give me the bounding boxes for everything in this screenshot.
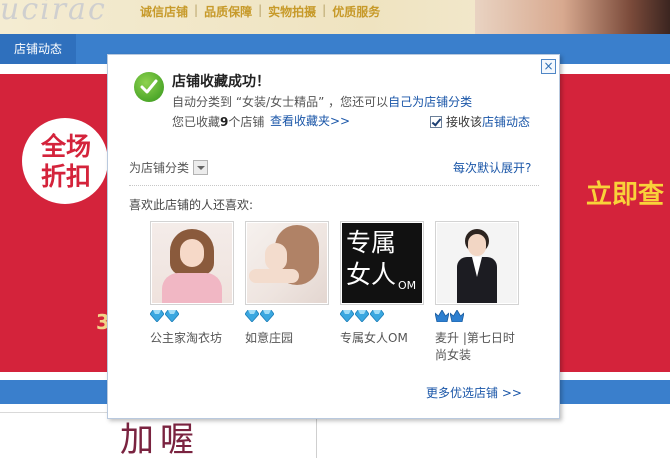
count-prefix: 您已收藏 [172, 115, 221, 129]
promo-discount-text: 全场折扣 [40, 132, 91, 191]
divider [129, 185, 539, 186]
auto-category-text: 自动分类到 “女装/女士精品” ，您还可以 [172, 95, 389, 109]
shop-photo [247, 223, 327, 303]
banner-logo-script: ucirac [0, 0, 107, 27]
shop-name[interactable]: 如意庄园 [245, 330, 335, 347]
shop-thumbnail[interactable]: 专属 女人 OM [340, 221, 424, 305]
shop-thumbnail[interactable] [150, 221, 234, 305]
seller-rank-icons [245, 310, 335, 324]
blue-diamond-icon [150, 310, 164, 322]
count-suffix: 个店铺 [228, 115, 265, 129]
view-favorites-link[interactable]: 查看收藏夹>> [270, 112, 350, 129]
shop-image-text: 专属 [346, 228, 397, 257]
service-link-3[interactable]: 实物拍摄 [268, 3, 316, 20]
service-separator: | [194, 3, 199, 17]
expand-default-link[interactable]: 每次默认展开? [453, 159, 531, 176]
blue-diamond-icon [355, 310, 369, 322]
close-icon: × [543, 59, 554, 73]
blue-diamond-icon [260, 310, 274, 322]
service-separator: | [258, 3, 263, 17]
more-shops-link[interactable]: 更多优选店铺 >> [426, 384, 522, 401]
blue-diamond-icon [245, 310, 259, 322]
service-link-1[interactable]: 诚信店铺 [140, 3, 188, 20]
service-link-4[interactable]: 优质服务 [332, 3, 380, 20]
blue-crown-icon [435, 310, 449, 322]
service-link-2[interactable]: 品质保障 [204, 3, 252, 20]
classify-label: 为店铺分类 [129, 161, 190, 175]
shop-header-banner: ucirac 诚信店铺 | 品质保障 | 实物拍摄 | 优质服务 [0, 0, 670, 34]
shop-photo: 专属 女人 OM [342, 223, 422, 303]
classify-dropdown-button[interactable] [193, 160, 209, 175]
auto-category-message: 自动分类到 “女装/女士精品” ，您还可以自己为店铺分类 [172, 93, 472, 110]
shop-image-text: OM [398, 279, 417, 292]
classify-shop-control[interactable]: 为店铺分类 [129, 159, 209, 176]
service-links: 诚信店铺 | 品质保障 | 实物拍摄 | 优质服务 [140, 3, 380, 20]
shop-photo [152, 223, 232, 303]
close-button[interactable]: × [541, 59, 556, 74]
recommended-shop[interactable]: 专属 女人 OM 专属女人OM [340, 221, 430, 347]
favorite-success-dialog: × 店铺收藏成功！ 自动分类到 “女装/女士精品” ，您还可以自己为店铺分类 您… [107, 54, 560, 419]
blue-crown-icon [450, 310, 464, 322]
shop-page: ucirac 诚信店铺 | 品质保障 | 实物拍摄 | 优质服务 店铺动态 全场… [0, 0, 670, 458]
recommended-shop[interactable]: 公主家淘衣坊 [150, 221, 240, 347]
nav-tab-shop-news[interactable]: 店铺动态 [0, 34, 77, 64]
shop-image-text: 女人 [346, 260, 397, 289]
promo-cta-text: 立即查 [586, 180, 665, 210]
subscribe-label: 接收该 [446, 115, 483, 129]
subscribe-option[interactable]: 接收该 店铺动态 [430, 113, 530, 130]
recommended-shop[interactable]: 麦升 |第七日时尚女装 [435, 221, 525, 364]
shop-name[interactable]: 专属女人OM [340, 330, 430, 347]
shop-name[interactable]: 公主家淘衣坊 [150, 330, 240, 347]
blue-diamond-icon [370, 310, 384, 322]
blue-diamond-icon [340, 310, 354, 322]
divider [0, 412, 110, 413]
seller-rank-icons [150, 310, 240, 324]
seller-rank-icons [435, 310, 525, 324]
shop-photo [437, 223, 517, 303]
service-separator: | [322, 3, 327, 17]
custom-category-link[interactable]: 自己为店铺分类 [388, 95, 472, 109]
shop-name[interactable]: 麦升 |第七日时尚女装 [435, 330, 515, 364]
banner-model-photo [475, 0, 670, 34]
also-like-heading: 喜欢此店铺的人还喜欢: [129, 198, 254, 212]
seller-rank-icons [340, 310, 430, 324]
recommended-shop[interactable]: 如意庄园 [245, 221, 335, 347]
shop-thumbnail[interactable] [435, 221, 519, 305]
dialog-title: 店铺收藏成功！ [172, 74, 270, 90]
shop-news-link[interactable]: 店铺动态 [482, 113, 530, 130]
subscribe-checkbox[interactable] [430, 115, 442, 128]
shop-thumbnail[interactable] [245, 221, 329, 305]
success-check-icon [134, 72, 164, 102]
favorite-count-message: 您已收藏9个店铺 [172, 113, 264, 130]
blue-diamond-icon [165, 310, 179, 322]
